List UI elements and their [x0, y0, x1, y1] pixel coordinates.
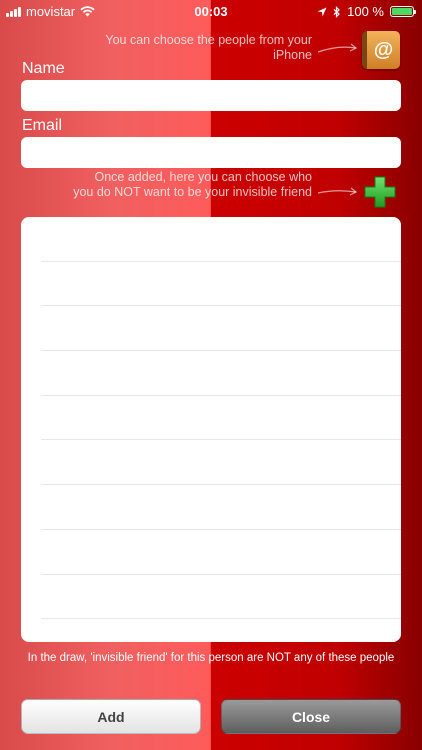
excluded-people-list[interactable]: [21, 217, 401, 642]
list-item[interactable]: [41, 217, 401, 262]
add-hint: Once added, here you can choose who you …: [73, 170, 312, 199]
list-item[interactable]: [41, 440, 401, 486]
close-button[interactable]: Close: [221, 699, 401, 734]
address-book-icon[interactable]: @: [362, 31, 400, 69]
status-bar: movistar 00:03 100 %: [0, 0, 422, 22]
list-item[interactable]: [41, 530, 401, 575]
battery-icon: [390, 6, 416, 17]
list-item[interactable]: [41, 619, 401, 642]
green-plus-icon[interactable]: [363, 175, 397, 209]
list-item[interactable]: [41, 262, 401, 307]
status-right: 100 %: [317, 4, 416, 19]
bluetooth-icon: [333, 5, 340, 18]
email-label: Email: [22, 117, 63, 134]
hint-arrow-icon: [317, 43, 358, 53]
name-label: Name: [22, 60, 65, 77]
contacts-hint: You can choose the people from your iPho…: [105, 33, 312, 62]
battery-percent: 100 %: [347, 4, 384, 19]
location-arrow-icon: [317, 7, 327, 16]
draw-footnote: In the draw, 'invisible friend' for this…: [27, 652, 395, 664]
name-field[interactable]: [21, 80, 401, 111]
email-field[interactable]: [21, 137, 401, 168]
list-item[interactable]: [41, 396, 401, 441]
list-item[interactable]: [41, 306, 401, 352]
list-item[interactable]: [41, 351, 401, 396]
add-button[interactable]: Add: [21, 699, 201, 734]
battery-level: [392, 8, 412, 15]
list-item[interactable]: [41, 575, 401, 620]
hint-arrow-icon: [317, 187, 358, 196]
list-item[interactable]: [41, 485, 401, 530]
